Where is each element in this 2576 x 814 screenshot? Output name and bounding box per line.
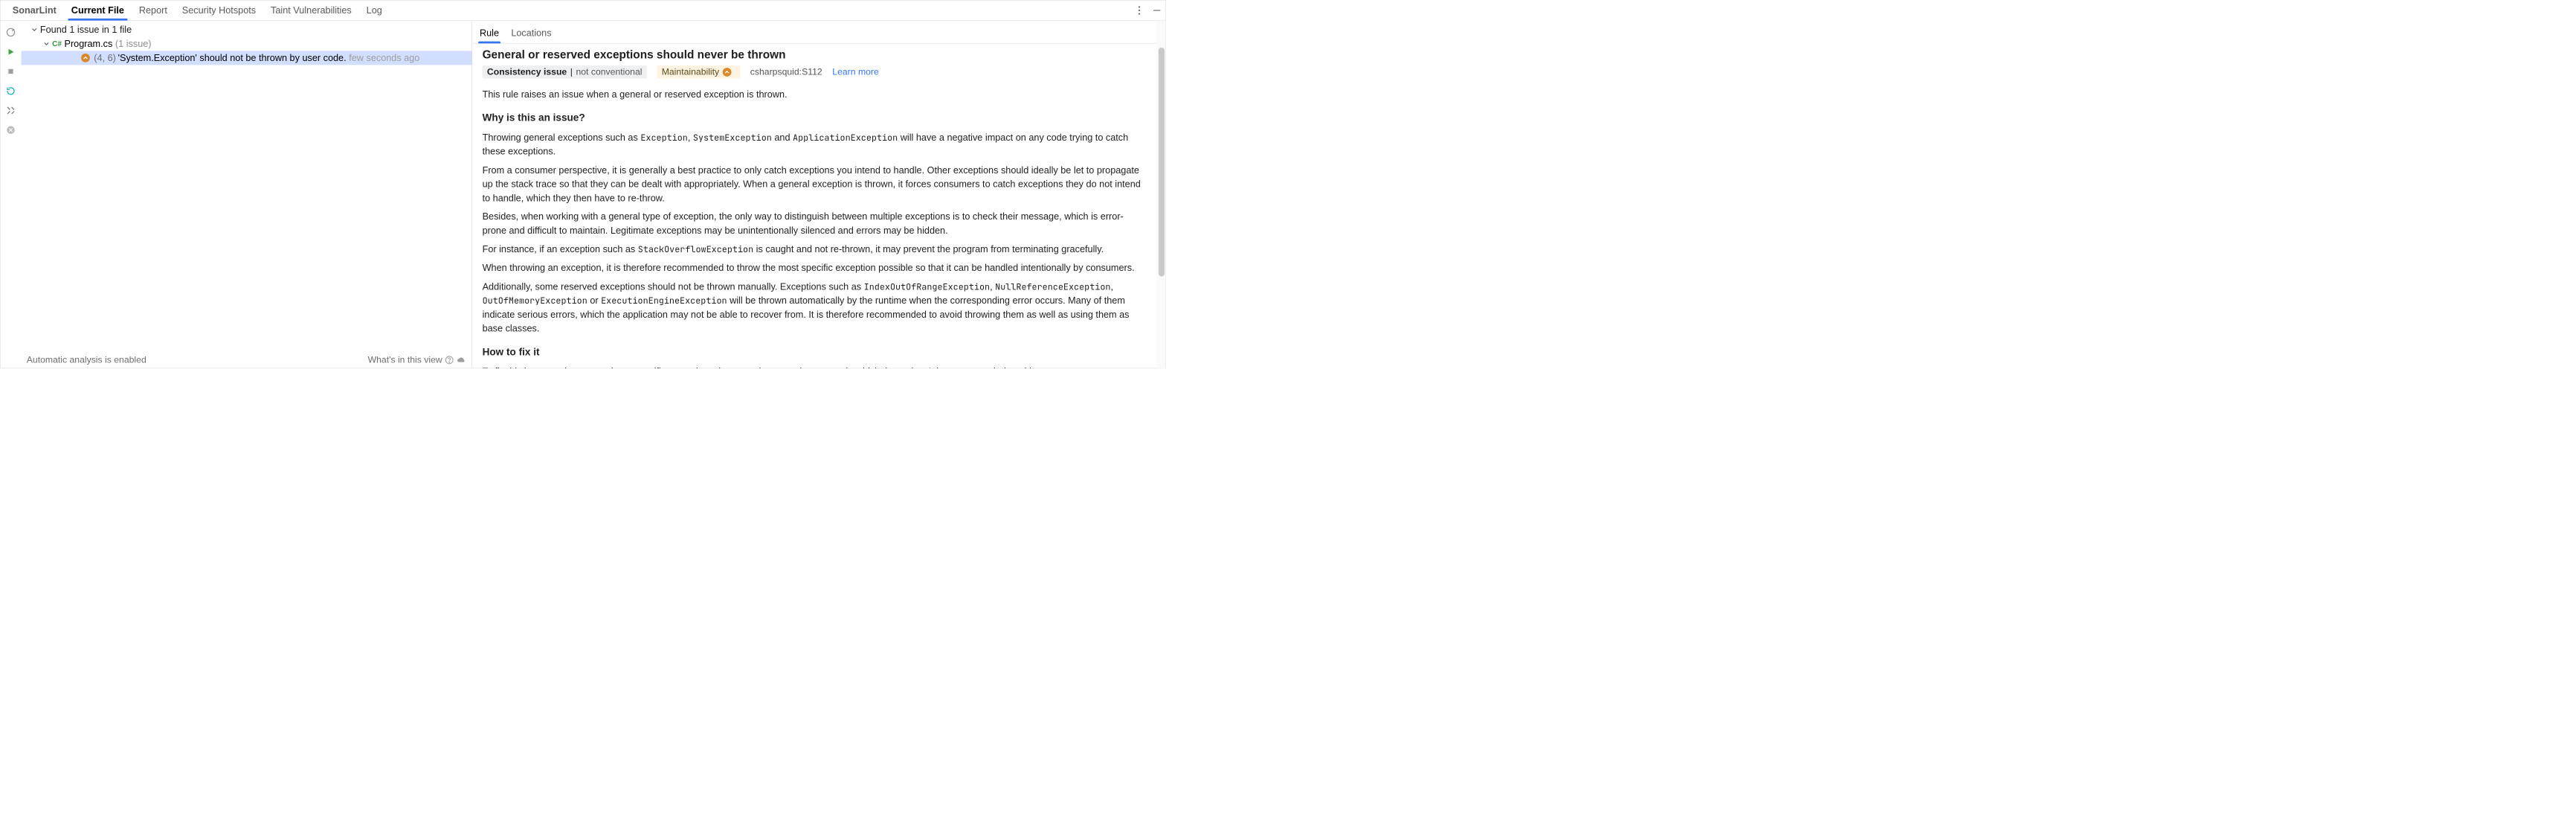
why-p5: When throwing an exception, it is theref…	[483, 260, 1146, 275]
cancel-icon[interactable]	[5, 124, 16, 135]
why-p3: Besides, when working with a general typ…	[483, 210, 1146, 238]
issue-tree-panel: Found 1 issue in 1 file C# Program.cs (1…	[22, 21, 472, 368]
fix-heading: How to fix it	[483, 344, 1146, 359]
kebab-menu-icon[interactable]	[1135, 5, 1144, 15]
why-heading: Why is this an issue?	[483, 111, 1146, 126]
severity-medium-icon	[723, 68, 732, 77]
cloud-icon[interactable]	[457, 356, 467, 364]
fix-intro: To fix this issue, make sure to throw sp…	[483, 365, 1146, 368]
help-icon[interactable]	[445, 356, 454, 365]
refresh-icon[interactable]	[5, 86, 16, 97]
tree-summary-row[interactable]: Found 1 issue in 1 file	[22, 22, 472, 36]
top-tab-taint-vulnerabilities[interactable]: Taint Vulnerabilities	[263, 0, 359, 20]
language-badge: C#	[52, 39, 62, 48]
top-tab-current-file[interactable]: Current File	[64, 0, 132, 20]
minimize-icon[interactable]	[1152, 5, 1162, 15]
consistency-pill: Consistency issue | not conventional	[483, 65, 647, 79]
detail-tab-rule[interactable]: Rule	[480, 28, 499, 43]
rule-key: csharpsquid:S112	[750, 67, 822, 77]
scrollbar-thumb[interactable]	[1159, 48, 1165, 277]
tools-icon[interactable]	[5, 105, 16, 116]
brand-label: SonarLint	[13, 0, 64, 20]
footer-analysis-status: Automatic analysis is enabled	[27, 355, 146, 365]
issue-message: 'System.Exception' should not be thrown …	[118, 53, 347, 63]
top-tab-log[interactable]: Log	[359, 0, 390, 20]
tree-summary-text: Found 1 issue in 1 file	[40, 25, 132, 35]
why-p2: From a consumer perspective, it is gener…	[483, 163, 1146, 205]
why-p6: Additionally, some reserved exceptions s…	[483, 280, 1146, 336]
chevron-down-icon[interactable]	[42, 40, 50, 48]
issue-location: (4, 6)	[94, 53, 116, 63]
rule-description: This rule raises an issue when a general…	[483, 87, 1146, 368]
chevron-down-icon[interactable]	[30, 26, 38, 33]
left-tool-rail	[0, 21, 21, 368]
footer-whats-label[interactable]: What's in this view	[368, 355, 442, 365]
top-tab-report[interactable]: Report	[132, 0, 175, 20]
target-icon[interactable]	[5, 27, 16, 38]
file-issue-count: (1 issue)	[115, 39, 152, 49]
top-tab-strip: SonarLint Current File Report Security H…	[0, 0, 1165, 20]
top-tab-security-hotspots[interactable]: Security Hotspots	[175, 0, 263, 20]
tree-issue-row[interactable]: (4, 6) 'System.Exception' should not be …	[22, 51, 472, 65]
learn-more-link[interactable]: Learn more	[832, 67, 878, 77]
rule-title: General or reserved exceptions should ne…	[483, 48, 1146, 62]
why-p1: Throwing general exceptions such as Exce…	[483, 130, 1146, 158]
severity-medium-icon	[81, 54, 90, 63]
stop-icon[interactable]	[5, 65, 16, 77]
rule-intro: This rule raises an issue when a general…	[483, 87, 1146, 101]
detail-tab-locations[interactable]: Locations	[511, 28, 551, 43]
scrollbar-track[interactable]	[1157, 21, 1166, 368]
detail-panel: Rule Locations General or reserved excep…	[472, 21, 1165, 368]
issue-age: few seconds ago	[349, 53, 419, 63]
file-name: Program.cs	[65, 39, 113, 49]
run-icon[interactable]	[5, 46, 16, 57]
maintainability-pill: Maintainability	[657, 65, 740, 79]
why-p4: For instance, if an exception such as St…	[483, 242, 1146, 256]
tree-file-row[interactable]: C# Program.cs (1 issue)	[22, 36, 472, 51]
